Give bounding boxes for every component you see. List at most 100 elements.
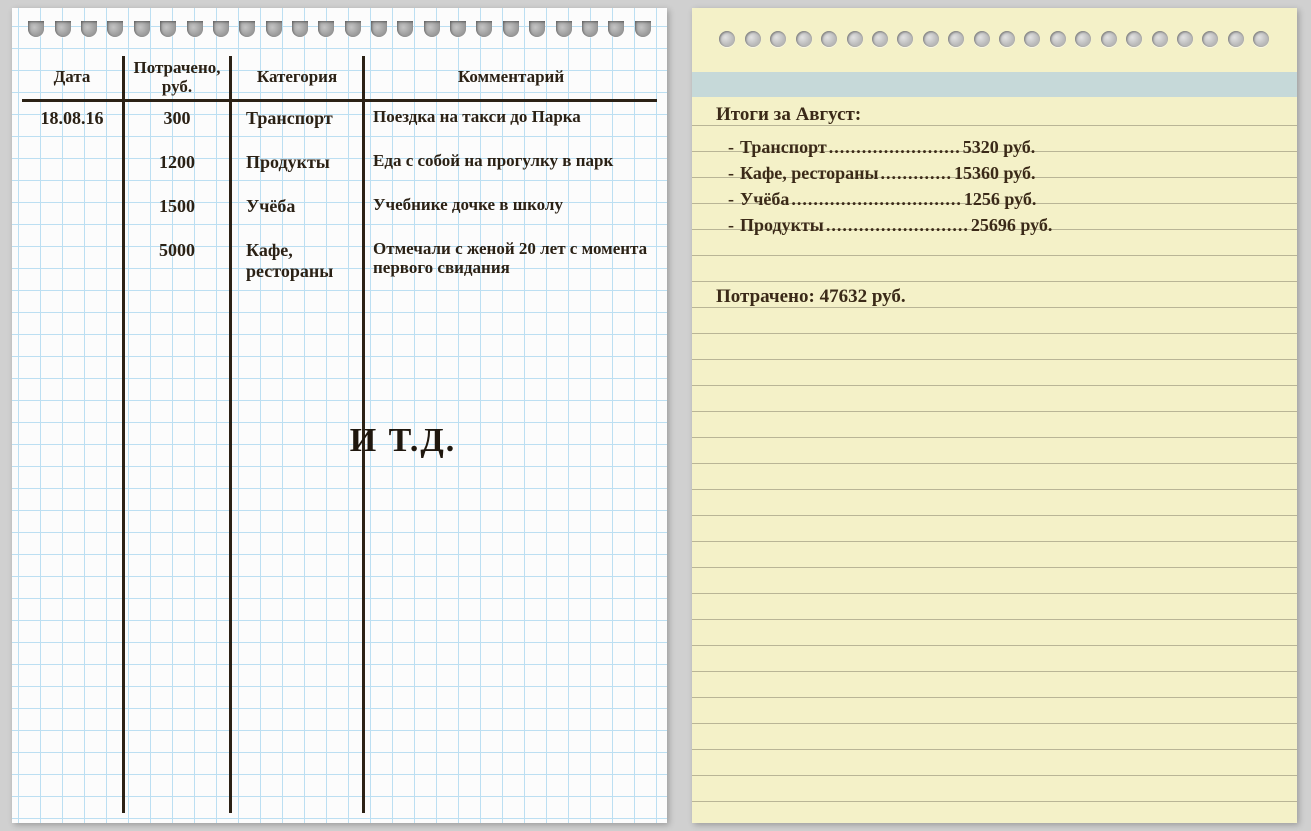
spiral-hole [450,21,466,37]
spiral-hole [948,31,964,47]
spiral-hole [999,31,1015,47]
table-cell: Кафе, рестораны [232,234,362,278]
spiral-hole [424,21,440,37]
ledger-header-row: Дата Потрачено, руб. Категория Комментар… [22,56,657,102]
spiral-hole [1101,31,1117,47]
spiral-hole [745,31,761,47]
summary-item-value: 15360 руб. [954,160,1036,186]
leader-dots: ............................... [791,186,962,212]
spiral-hole [1126,31,1142,47]
spiral-hole [81,21,97,37]
header-date: Дата [22,56,122,99]
col-category: ТранспортПродуктыУчёбаКафе, рестораны [232,102,362,813]
spiral-hole [608,21,624,37]
spiral-hole [1202,31,1218,47]
summary-item-value: 1256 руб. [964,186,1037,212]
spiral-hole [821,31,837,47]
summary-total: Потрачено: 47632 руб. [716,284,1273,310]
spiral-hole [1050,31,1066,47]
bullet-dash: - [728,134,734,160]
summary-item-label: Кафе, рестораны [740,160,879,186]
table-cell: Учебнике дочке в школу [365,190,657,234]
spiral-hole [107,21,123,37]
spiral-hole [397,21,413,37]
summary-item-label: Транспорт [740,134,827,160]
spiral-hole [1228,31,1244,47]
spiral-hole [847,31,863,47]
bullet-dash: - [728,186,734,212]
table-cell: 18.08.16 [22,102,122,146]
table-cell: 1500 [125,190,229,234]
spiral-hole [318,21,334,37]
spiral-hole [160,21,176,37]
spiral-hole [266,21,282,37]
spiral-hole [187,21,203,37]
spiral-hole [719,31,735,47]
table-cell: Еда с собой на прогулку в парк [365,146,657,190]
spiral-hole [556,21,572,37]
spiral-hole [529,21,545,37]
col-comment: Поездка на такси до ПаркаЕда с собой на … [365,102,657,813]
etc-text: И Т.Д. [365,422,456,460]
table-cell [22,234,122,278]
spiral-hole [770,31,786,47]
spiral-hole [1075,31,1091,47]
table-cell: Поездка на такси до Парка [365,102,657,146]
spiral-hole [213,21,229,37]
spiral-holes-left [12,16,667,41]
table-cell [22,190,122,234]
table-cell: 1200 [125,146,229,190]
summary-title: Итоги за Август: [716,102,1273,128]
spiral-hole [28,21,44,37]
spiral-hole [1177,31,1193,47]
spiral-hole [134,21,150,37]
spiral-hole [371,21,387,37]
summary: Итоги за Август: -Транспорт.............… [716,102,1273,310]
header-spent: Потрачено, руб. [125,56,229,99]
table-cell: 5000 [125,234,229,278]
spiral-hole [345,21,361,37]
col-spent: 300120015005000 [125,102,229,813]
summary-item: -Кафе, рестораны.............15360 руб. [716,160,1273,186]
col-date: 18.08.16 [22,102,122,813]
ledger-body: 18.08.16 300120015005000 ТранспортПродук… [22,102,657,813]
spiral-hole [796,31,812,47]
table-cell: 300 [125,102,229,146]
ledger: Дата Потрачено, руб. Категория Комментар… [22,56,657,813]
summary-item-value: 5320 руб. [963,134,1036,160]
spiral-hole [635,21,651,37]
leader-dots: ........................ [829,134,961,160]
table-cell [22,146,122,190]
table-cell: Отмечали с женой 20 лет с момента первог… [365,234,657,278]
leader-dots: ............. [881,160,953,186]
spiral-hole [897,31,913,47]
leader-dots: .......................... [826,212,969,238]
spiral-hole [476,21,492,37]
summary-item: -Продукты..........................25696… [716,212,1273,238]
spiral-hole [872,31,888,47]
spiral-hole [1253,31,1269,47]
header-comment: Комментарий [365,56,657,99]
summary-paper: Итоги за Август: -Транспорт.............… [692,8,1297,823]
summary-item: -Транспорт........................5320 р… [716,134,1273,160]
summary-item-label: Продукты [740,212,824,238]
table-cell: Учёба [232,190,362,234]
table-cell: Продукты [232,146,362,190]
summary-item-label: Учёба [740,186,789,212]
spiral-hole [1024,31,1040,47]
top-band [692,72,1297,97]
spiral-hole [292,21,308,37]
spiral-hole [503,21,519,37]
spiral-hole [582,21,598,37]
summary-item: -Учёба...............................125… [716,186,1273,212]
spiral-hole [923,31,939,47]
bullet-dash: - [728,212,734,238]
spiral-holes-right [692,26,1297,51]
header-category: Категория [232,56,362,99]
spiral-hole [1152,31,1168,47]
summary-list: -Транспорт........................5320 р… [716,134,1273,238]
ledger-paper: Дата Потрачено, руб. Категория Комментар… [12,8,667,823]
spiral-hole [55,21,71,37]
spiral-hole [974,31,990,47]
table-cell: Транспорт [232,102,362,146]
